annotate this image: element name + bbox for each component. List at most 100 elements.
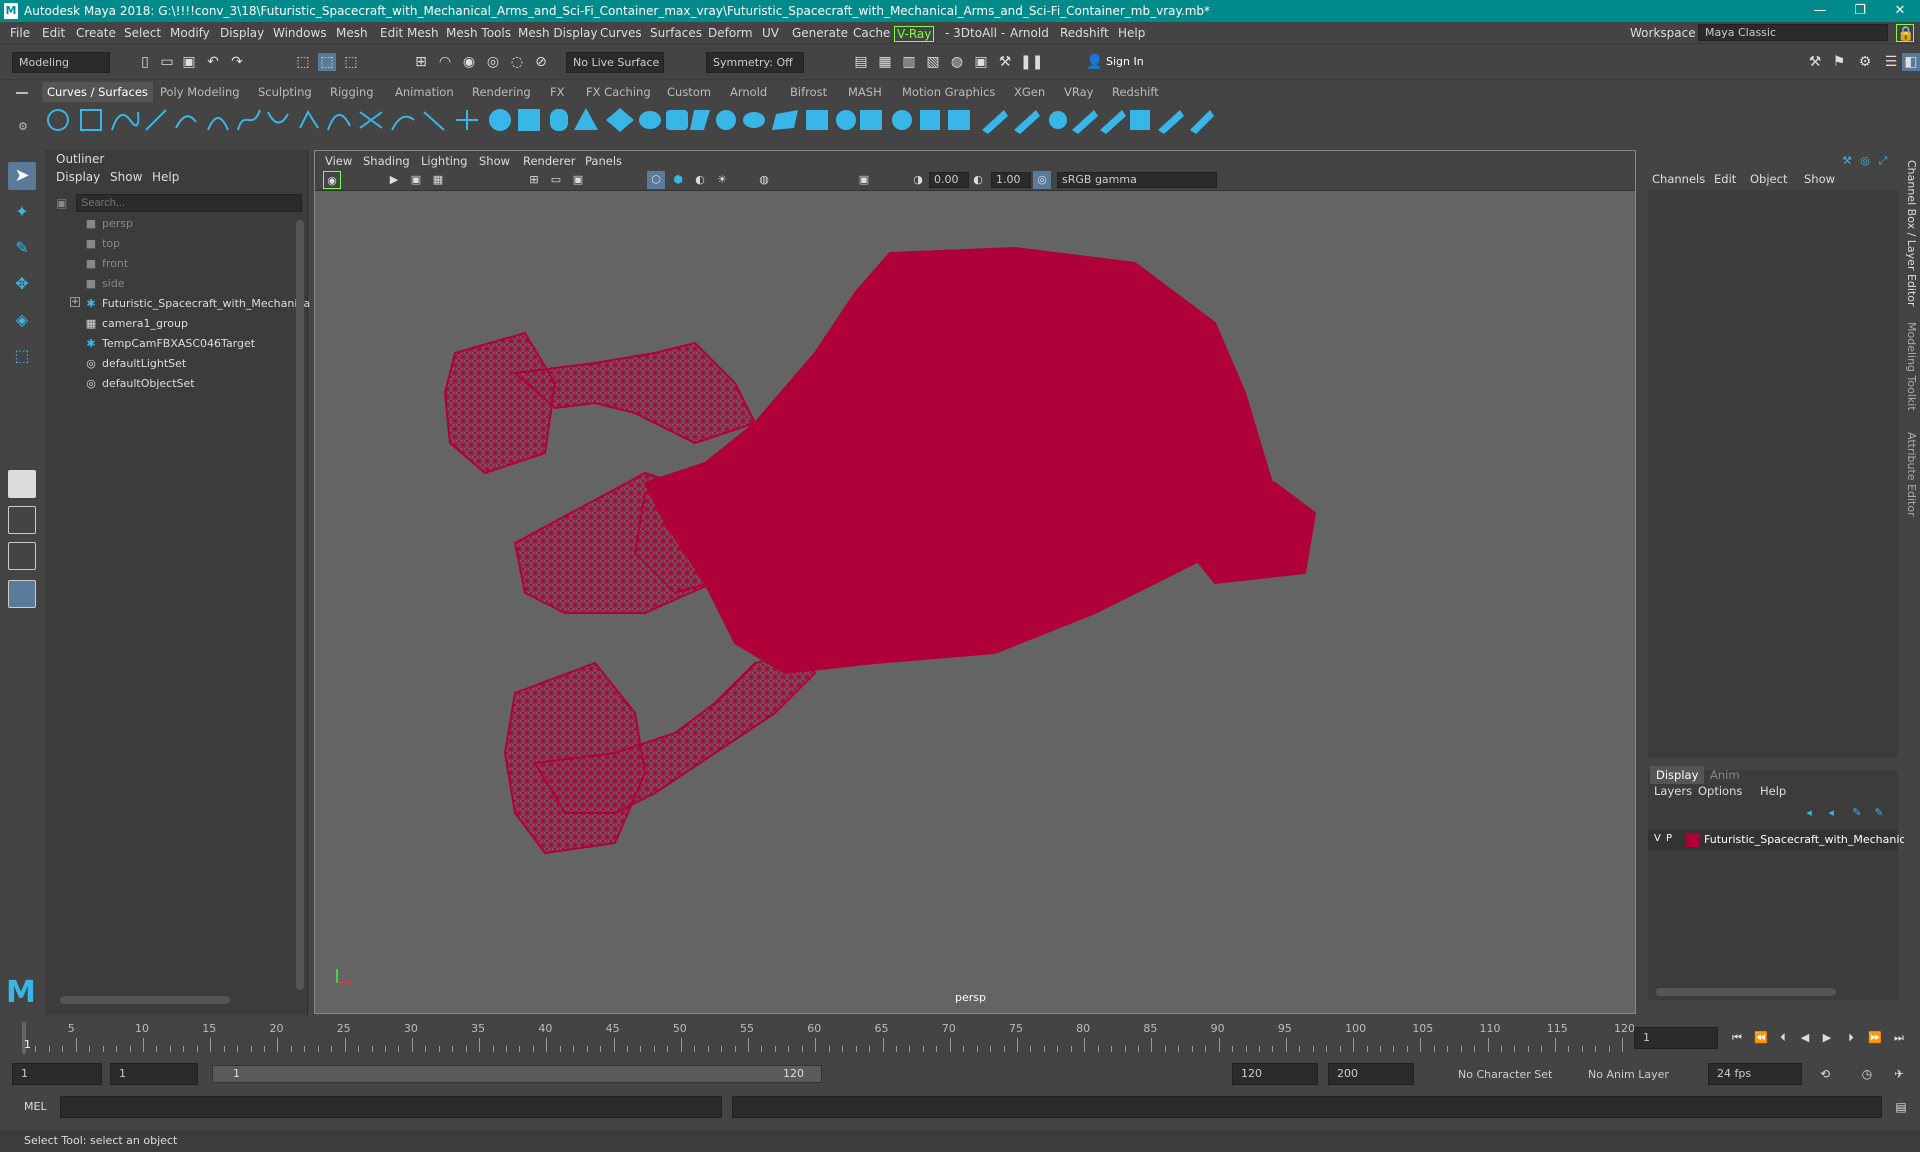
channels-menu-show[interactable]: Show xyxy=(1804,172,1835,186)
select-component-icon[interactable]: ⬚ xyxy=(342,53,360,71)
shelf-tab-redshift[interactable]: Redshift xyxy=(1112,85,1159,99)
anim-layer-dropdown[interactable]: No Anim Layer xyxy=(1588,1068,1669,1081)
tool-settings-icon[interactable]: ⚙ xyxy=(1856,53,1874,71)
outliner-item-default-light-set[interactable]: ◎ defaultLightSet xyxy=(84,354,186,374)
workspace-dropdown[interactable]: Maya Classic xyxy=(1698,24,1888,41)
viewport-panel[interactable]: View Shading Lighting Show Renderer Pane… xyxy=(314,150,1636,1014)
shelf-tab-xgen[interactable]: XGen xyxy=(1014,85,1045,99)
menu-vray[interactable]: V-Ray xyxy=(894,26,935,42)
shelf-tab-poly-modeling[interactable]: Poly Modeling xyxy=(160,85,240,99)
shelf-tab-motion-graphics[interactable]: Motion Graphics xyxy=(902,85,995,99)
outliner-menu-help[interactable]: Help xyxy=(152,170,179,184)
xray-icon[interactable]: ◍ xyxy=(755,171,773,189)
resolution-gate-icon[interactable]: ▣ xyxy=(569,171,587,189)
side-tab-channel-box[interactable]: Channel Box / Layer Editor xyxy=(1905,160,1918,307)
restore-button[interactable]: ❐ xyxy=(1840,0,1880,22)
animation-prefs-icon[interactable]: ✈ xyxy=(1890,1065,1908,1083)
side-tab-attribute-editor[interactable]: Attribute Editor xyxy=(1905,432,1918,517)
attribute-editor-icon[interactable]: ⚑ xyxy=(1830,53,1848,71)
menu-create[interactable]: Create xyxy=(76,26,116,40)
paint-select-icon[interactable]: ✎ xyxy=(8,234,36,262)
shelf-tab-rendering[interactable]: Rendering xyxy=(472,85,531,99)
current-frame-field[interactable]: 1 xyxy=(1634,1027,1718,1049)
viewport-menu-renderer[interactable]: Renderer xyxy=(523,154,576,168)
step-forward-key-icon[interactable]: ⏩ xyxy=(1866,1029,1884,1047)
shelf-menu-icon[interactable] xyxy=(16,92,28,94)
layer-visibility-toggle[interactable]: V xyxy=(1654,833,1661,844)
shelf-tab-mash[interactable]: MASH xyxy=(848,85,882,99)
menu-cache[interactable]: Cache xyxy=(853,26,890,40)
minimize-button[interactable]: — xyxy=(1800,0,1840,22)
playback-end-field[interactable]: 120 xyxy=(1232,1063,1318,1085)
bookmark-icon[interactable]: ▣ xyxy=(407,171,425,189)
outliner-item-camera1-group[interactable]: ▦ camera1_group xyxy=(84,314,188,334)
menu-mesh-tools[interactable]: Mesh Tools xyxy=(446,26,511,40)
layer-tab-display[interactable]: Display xyxy=(1650,766,1705,784)
shelf-tab-sculpting[interactable]: Sculpting xyxy=(258,85,312,99)
vray-ipr-icon[interactable]: ⚒ xyxy=(996,53,1014,71)
channels-menu-edit[interactable]: Edit xyxy=(1714,172,1736,186)
menu-mesh[interactable]: Mesh xyxy=(336,26,368,40)
hypershade-icon[interactable]: ◍ xyxy=(948,53,966,71)
filter-icon[interactable]: ▣ xyxy=(56,196,67,210)
layer-menu-options[interactable]: Options xyxy=(1698,784,1742,798)
shelf-tab-animation[interactable]: Animation xyxy=(395,85,454,99)
mode-dropdown[interactable]: Modeling xyxy=(12,52,110,73)
layer-tab-anim[interactable]: Anim xyxy=(1710,768,1740,782)
expand-icon[interactable]: + xyxy=(70,297,80,307)
ipr-render-icon[interactable]: ▥ xyxy=(900,53,918,71)
move-tool-icon[interactable]: ✥ xyxy=(8,270,36,298)
outliner-menu-display[interactable]: Display xyxy=(56,170,100,184)
outliner-search-input[interactable] xyxy=(76,194,302,212)
outliner-menu-show[interactable]: Show xyxy=(110,170,142,184)
layer-menu-help[interactable]: Help xyxy=(1760,784,1786,798)
menu-windows[interactable]: Windows xyxy=(273,26,327,40)
outliner-item-spacecraft[interactable]: ✱ Futuristic_Spacecraft_with_Mechanica xyxy=(84,294,310,314)
time-ruler[interactable]: 5 10 15 20 25 30 35 40 45 50 55 60 65 70 75 80 85 90 95 100… xyxy=(22,1020,1635,1054)
channel-icon-3[interactable]: ⤢ xyxy=(1874,152,1892,170)
undo-icon[interactable]: ↶ xyxy=(204,53,222,71)
menu-display[interactable]: Display xyxy=(220,26,264,40)
step-back-key-icon[interactable]: ⏪ xyxy=(1752,1029,1770,1047)
outliner-hscrollbar[interactable] xyxy=(60,996,230,1004)
pause-icon[interactable]: ❚❚ xyxy=(1020,53,1043,71)
isolate-icon[interactable]: ▣ xyxy=(855,171,873,189)
film-gate-icon[interactable]: ▭ xyxy=(547,171,565,189)
shelf-tab-custom[interactable]: Custom xyxy=(667,85,711,99)
shelf-icon-strip[interactable] xyxy=(38,102,1898,138)
channel-icon-1[interactable]: ⚒ xyxy=(1838,152,1856,170)
menu-edit[interactable]: Edit xyxy=(42,26,65,40)
loop-icon[interactable]: ⟲ xyxy=(1816,1065,1834,1083)
spacecraft-wireframe[interactable] xyxy=(315,193,1635,983)
snap-point-icon[interactable]: ◉ xyxy=(460,53,478,71)
menu-redshift[interactable]: Redshift xyxy=(1060,26,1109,40)
grid-icon[interactable]: ⊞ xyxy=(525,171,543,189)
shelf-tab-fx-caching[interactable]: FX Caching xyxy=(586,85,651,99)
symmetry-dropdown[interactable]: Symmetry: Off xyxy=(706,52,804,73)
open-scene-icon[interactable]: ▭ xyxy=(158,53,176,71)
select-hierarchy-icon[interactable]: ⬚ xyxy=(294,53,312,71)
shelf-tab-fx[interactable]: FX xyxy=(550,85,565,99)
select-object-icon[interactable]: ⬚ xyxy=(318,53,336,71)
snap-curve-icon[interactable]: ◠ xyxy=(436,53,454,71)
step-forward-frame-icon[interactable]: ⏵ xyxy=(1842,1029,1860,1047)
outliner-item-front[interactable]: ■ front xyxy=(84,254,128,274)
layer-row[interactable]: V P Futuristic_Spacecraft_with_Mechanic xyxy=(1648,830,1905,850)
camera-attr-icon[interactable]: ▶ xyxy=(385,171,403,189)
layer-editor-icon[interactable]: ◧ xyxy=(1902,53,1920,71)
image-plane-icon[interactable]: ▦ xyxy=(429,171,447,189)
go-to-end-icon[interactable]: ⏭ xyxy=(1890,1029,1908,1047)
four-view-icon[interactable] xyxy=(8,506,36,534)
outliner-item-tempcam-target[interactable]: ✱ TempCamFBXASC046Target xyxy=(84,334,255,354)
play-forward-icon[interactable]: ▶ xyxy=(1818,1029,1836,1047)
auto-key-icon[interactable]: ◷ xyxy=(1858,1065,1876,1083)
layer-hscrollbar[interactable] xyxy=(1656,988,1836,996)
outliner-vscrollbar[interactable] xyxy=(296,220,304,990)
viewport-menu-lighting[interactable]: Lighting xyxy=(421,154,467,168)
command-input[interactable] xyxy=(60,1096,722,1118)
menu-edit-mesh[interactable]: Edit Mesh xyxy=(380,26,439,40)
render-frame-icon[interactable]: ▦ xyxy=(876,53,894,71)
range-bar[interactable]: 1 120 xyxy=(212,1065,822,1083)
shelf-tab-bifrost[interactable]: Bifrost xyxy=(790,85,827,99)
shelf-tab-arnold[interactable]: Arnold xyxy=(730,85,767,99)
